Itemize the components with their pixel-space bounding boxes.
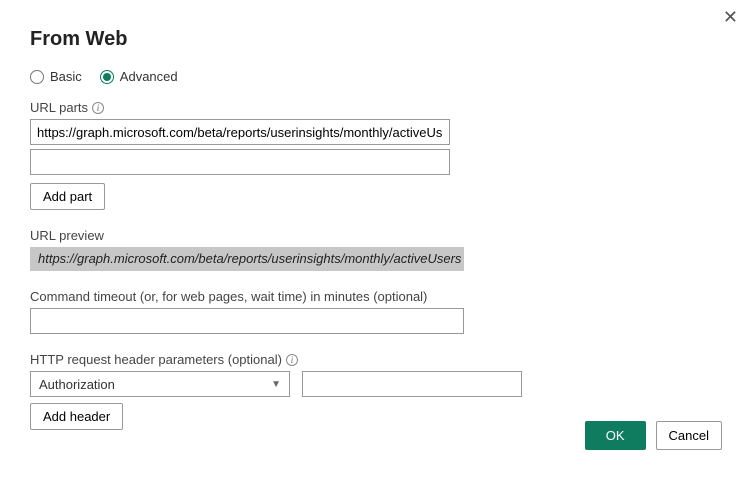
dialog-footer: OK Cancel [585,421,722,450]
url-part-input-1[interactable] [30,149,450,175]
radio-basic-label: Basic [50,69,82,84]
add-part-button[interactable]: Add part [30,183,105,210]
header-name-select[interactable]: Authorization ▼ [30,371,290,397]
url-preview-section: URL preview https://graph.microsoft.com/… [30,228,722,271]
url-parts-label: URL parts i [30,100,722,115]
radio-circle-icon [100,70,114,84]
radio-basic[interactable]: Basic [30,69,82,84]
timeout-label: Command timeout (or, for web pages, wait… [30,289,722,304]
timeout-input[interactable] [30,308,464,334]
headers-label: HTTP request header parameters (optional… [30,352,722,367]
header-row: Authorization ▼ [30,371,722,397]
url-parts-label-text: URL parts [30,100,88,115]
url-preview-label-text: URL preview [30,228,104,243]
timeout-label-text: Command timeout (or, for web pages, wait… [30,289,427,304]
radio-advanced[interactable]: Advanced [100,69,178,84]
header-name-value: Authorization [39,377,115,392]
cancel-button[interactable]: Cancel [656,421,722,450]
mode-radio-group: Basic Advanced [30,69,722,84]
ok-button[interactable]: OK [585,421,646,450]
info-icon[interactable]: i [92,102,104,114]
from-web-dialog: ✕ From Web Basic Advanced URL parts i Ad… [0,0,752,468]
info-icon[interactable]: i [286,354,298,366]
header-value-input[interactable] [302,371,522,397]
url-preview-label: URL preview [30,228,722,243]
timeout-section: Command timeout (or, for web pages, wait… [30,289,722,334]
radio-dot-icon [103,73,111,81]
url-preview-value: https://graph.microsoft.com/beta/reports… [30,247,464,271]
url-parts-section: URL parts i Add part [30,100,722,210]
headers-label-text: HTTP request header parameters (optional… [30,352,282,367]
dialog-title: From Web [30,28,722,51]
close-icon[interactable]: ✕ [723,8,738,26]
chevron-down-icon: ▼ [271,379,281,390]
url-part-input-0[interactable] [30,119,450,145]
radio-circle-icon [30,70,44,84]
headers-section: HTTP request header parameters (optional… [30,352,722,430]
add-header-button[interactable]: Add header [30,403,123,430]
radio-advanced-label: Advanced [120,69,178,84]
